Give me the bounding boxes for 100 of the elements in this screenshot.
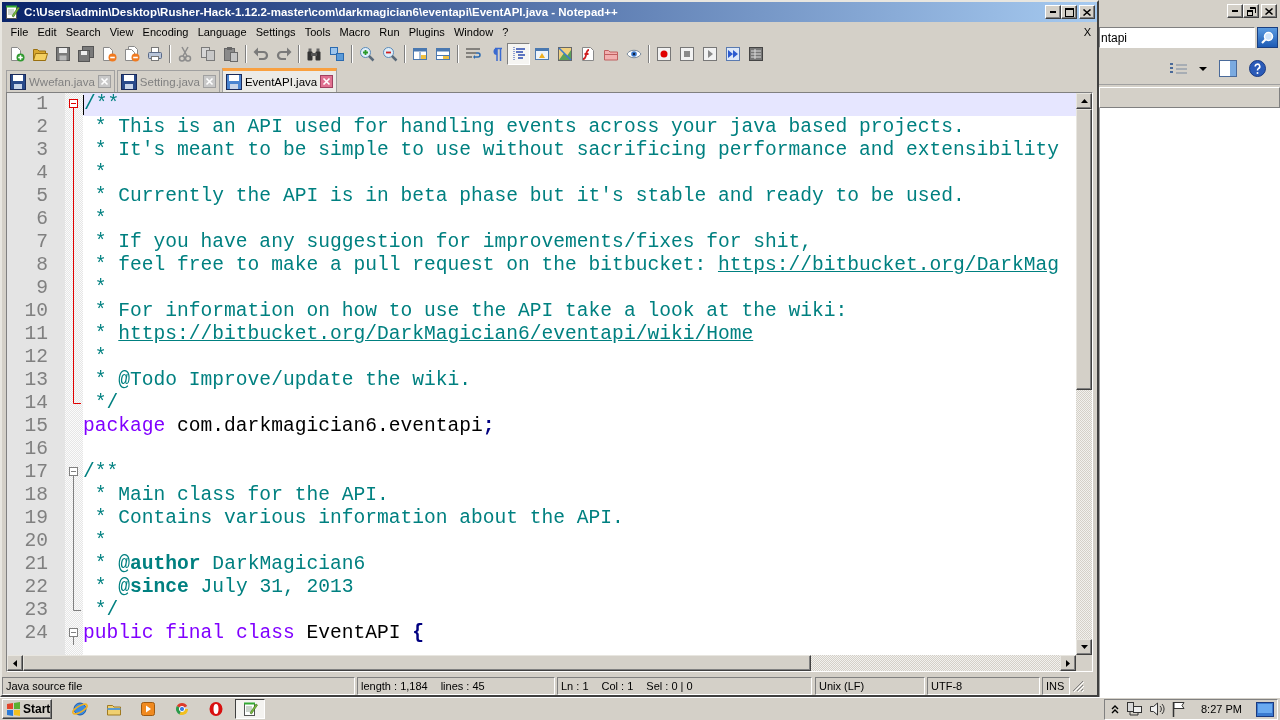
fold-toggle-icon[interactable] bbox=[69, 628, 78, 645]
line-label: Ln : 1 bbox=[561, 680, 589, 692]
line-number: 14 bbox=[24, 392, 48, 414]
menu-item[interactable]: Macro bbox=[335, 24, 375, 39]
code-line: * bbox=[93, 208, 107, 231]
triangle-down-icon bbox=[1080, 645, 1088, 649]
minimize-icon bbox=[1232, 10, 1238, 12]
clipboard-icon bbox=[222, 45, 239, 62]
window-sync-icon bbox=[434, 45, 451, 62]
column-label: Col : 1 bbox=[601, 680, 634, 692]
preview-pane-icon[interactable] bbox=[1219, 60, 1237, 77]
scroll-left-button[interactable] bbox=[7, 655, 23, 671]
restore-button[interactable] bbox=[1243, 4, 1259, 18]
menu-item[interactable]: Settings bbox=[251, 24, 301, 39]
menu-item[interactable]: Plugins bbox=[404, 24, 450, 39]
record-icon bbox=[655, 45, 672, 62]
code-line: * Contains various information about the API. bbox=[93, 507, 624, 530]
line-number: 3 bbox=[36, 139, 48, 161]
line-number: 1 bbox=[36, 93, 48, 115]
chevron-up-icon[interactable] bbox=[1111, 704, 1119, 714]
tab[interactable]: EventAPI.java bbox=[221, 68, 338, 92]
code-line: * https://bitbucket.org/DarkMagician6/eventapi/wiki/Home bbox=[93, 323, 754, 346]
line-number: 13 bbox=[24, 369, 48, 391]
play-icon bbox=[701, 45, 718, 62]
show-desktop-icon[interactable] bbox=[1256, 701, 1274, 717]
logo-icon bbox=[6, 702, 21, 716]
menu-item[interactable]: Encoding bbox=[137, 24, 194, 39]
line-number: 18 bbox=[24, 484, 48, 506]
line-number: 5 bbox=[36, 185, 48, 207]
help-icon[interactable] bbox=[1249, 60, 1266, 77]
code-line: * bbox=[93, 346, 107, 369]
fold-toggle-icon[interactable] bbox=[69, 99, 78, 116]
line-number: 24 bbox=[24, 622, 48, 644]
scissors-icon bbox=[176, 45, 193, 62]
vertical-scrollbar[interactable] bbox=[1076, 109, 1092, 639]
code-line: * @since July 31, 2013 bbox=[93, 576, 354, 599]
close-icon bbox=[1083, 8, 1091, 16]
speaker-icon[interactable] bbox=[1149, 701, 1165, 717]
start-button[interactable]: Start bbox=[2, 699, 52, 719]
insert-mode-label: INS bbox=[1046, 680, 1065, 692]
line-number: 16 bbox=[24, 438, 48, 460]
window-sync-icon bbox=[411, 45, 428, 62]
encoding-label: UTF-8 bbox=[931, 680, 963, 692]
fold-toggle-icon[interactable] bbox=[69, 467, 78, 484]
file-type-label: Java source file bbox=[6, 680, 83, 692]
close-icon[interactable] bbox=[97, 75, 111, 88]
code-line: */ bbox=[93, 392, 119, 415]
code-line: * bbox=[93, 162, 107, 185]
minimize-icon bbox=[1050, 11, 1056, 13]
scrollbar-corner bbox=[1076, 655, 1092, 671]
network-icon[interactable] bbox=[1126, 701, 1142, 717]
resize-grip-icon bbox=[1072, 680, 1084, 692]
minimize-button[interactable] bbox=[1227, 4, 1243, 18]
menu-item[interactable]: ? bbox=[497, 24, 513, 39]
scroll-down-button[interactable] bbox=[1076, 639, 1092, 655]
line-number: 20 bbox=[24, 530, 48, 552]
selection-label: Sel : 0 | 0 bbox=[646, 680, 693, 692]
menu-item[interactable]: Run bbox=[374, 24, 405, 39]
menu-item[interactable]: Edit bbox=[32, 24, 62, 39]
line-number: 19 bbox=[24, 507, 48, 529]
close-button[interactable] bbox=[1261, 4, 1277, 18]
caret-icon[interactable] bbox=[1199, 66, 1207, 71]
scroll-up-button[interactable] bbox=[1076, 93, 1092, 109]
clock: 8:27 PM bbox=[1201, 703, 1242, 715]
menu-item[interactable]: Search bbox=[61, 24, 106, 39]
taskbar-button[interactable] bbox=[235, 699, 265, 719]
menu-item[interactable]: Tools bbox=[300, 24, 335, 39]
code-line: */ bbox=[93, 599, 119, 622]
toolbar-button[interactable] bbox=[507, 42, 530, 65]
link[interactable]: https://bitbucket.org/DarkMagician6/eventapi/wiki/Home bbox=[118, 323, 754, 345]
menu-item[interactable]: File bbox=[6, 24, 33, 39]
ring-icon bbox=[208, 701, 224, 717]
zoom-in-icon bbox=[358, 45, 375, 62]
scrollbar-thumb[interactable] bbox=[1076, 109, 1092, 390]
line-number: 23 bbox=[24, 599, 48, 621]
zoom-out-icon bbox=[381, 45, 398, 62]
list-view-icon[interactable] bbox=[1169, 62, 1187, 75]
line-number: 17 bbox=[24, 461, 48, 483]
maximize-button[interactable] bbox=[1061, 5, 1077, 19]
menu-item[interactable]: Language bbox=[193, 24, 252, 39]
scroll-right-button[interactable] bbox=[1060, 655, 1076, 671]
close-icon[interactable] bbox=[320, 75, 334, 88]
code-line: * feel free to make a pull request on the bitbucket: https://bitbucket.org/DarkMag bbox=[93, 254, 1059, 277]
flag-icon[interactable] bbox=[1172, 701, 1186, 717]
close-document-button[interactable]: X bbox=[1083, 25, 1091, 38]
code-line: /** bbox=[84, 93, 120, 116]
horizontal-scrollbar[interactable] bbox=[23, 655, 1060, 671]
close-button[interactable] bbox=[1079, 5, 1095, 19]
line-number: 22 bbox=[24, 576, 48, 598]
maximize-icon bbox=[1064, 7, 1074, 17]
code-line: * bbox=[93, 277, 107, 300]
scrollbar-thumb[interactable] bbox=[23, 655, 812, 671]
minimize-button[interactable] bbox=[1045, 5, 1061, 19]
search-field[interactable]: ntapi bbox=[1099, 27, 1255, 48]
close-icon[interactable] bbox=[202, 75, 216, 88]
link[interactable]: https://bitbucket.org/DarkMag bbox=[717, 254, 1059, 276]
code-line: * bbox=[93, 530, 107, 553]
menu-item[interactable]: Window bbox=[449, 24, 498, 39]
search-button[interactable] bbox=[1257, 27, 1278, 48]
menu-item[interactable]: View bbox=[105, 24, 138, 39]
